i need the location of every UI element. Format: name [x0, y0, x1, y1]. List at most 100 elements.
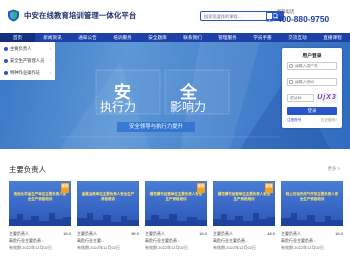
banner-subtitle-left: 执行力 [100, 100, 137, 114]
bullet-icon [4, 47, 8, 51]
course-industry: 高危行业主要负责... [9, 238, 45, 243]
side-menu-label: 特种作业操作证 [10, 70, 41, 75]
nav-item-news[interactable]: 新闻资讯 [35, 33, 70, 42]
banner-subtitle-right: 影响力 [170, 100, 207, 114]
course-image-title: 烟花爆竹经营单位主要负责人安全生产资格培训 [217, 192, 271, 201]
course-row-b: 高危行业主要负责... [281, 238, 343, 244]
nav-item-contact[interactable]: 联系我们 [175, 33, 210, 42]
course-row-a: 主要负责人 96.0 [77, 231, 139, 237]
nav-item-question-bank[interactable]: 安全题库 [140, 33, 175, 42]
nav-item-handbook[interactable]: 学员手册 [245, 33, 280, 42]
course-card[interactable]: 陆上石油天然气开采主要负责人安全生产资格培训 主要负责人 16.0 高危行业主要负… [281, 181, 343, 263]
side-menu-item-safety-manager[interactable]: 安全生产管理人员 › [4, 56, 54, 66]
course-card-list: 危险化学品生产单位主要负责人安全生产资格培训 初训 主要负责人 16.0 高危行业… [9, 181, 343, 263]
side-menu-label: 安全生产管理人员 [10, 58, 45, 63]
course-card[interactable]: 金属冶炼单位主要负责人安全生产资格培训 主要负责人 96.0 高危行业主要... … [77, 181, 139, 263]
nav-item-management[interactable]: 管理服务 [210, 33, 245, 42]
building-graphic [145, 214, 207, 226]
course-validity: 有效期:2022年12月02日 [281, 245, 324, 250]
hotline-number: 400-880-9750 [277, 14, 330, 24]
chevron-right-icon: › [49, 46, 51, 51]
course-row-b: 高危行业主要负责... [213, 238, 275, 244]
course-row-b: 高危行业主要... [77, 238, 139, 244]
nav-item-interaction[interactable]: 交流互动 [280, 33, 315, 42]
course-row-a: 主要负责人 16.0 [145, 231, 207, 237]
course-card[interactable]: 烟花爆竹经营单位主要负责人安全生产资格培训 初训 主要负责人 16.0 高危行业主… [145, 181, 207, 263]
login-panel: 用户登录 UjX3 登录 注册账号 忘记密码? [282, 48, 342, 128]
course-hours: 16.0 [335, 231, 343, 236]
course-category: 主要负责人 [281, 231, 301, 236]
nav-item-home[interactable]: 首页 [0, 33, 35, 42]
course-card[interactable]: 烟花爆竹经营单位主要负责人安全生产资格培训 初训 主要负责人 48.0 高危行业主… [213, 181, 275, 263]
course-industry: 高危行业主要负责... [145, 238, 181, 243]
building-graphic [9, 213, 71, 226]
main-nav: 首页 新闻资讯 通知公告 培训服务 安全题库 联系我们 管理服务 学员手册 交流… [0, 33, 350, 42]
password-field[interactable] [287, 78, 337, 86]
captcha-field[interactable] [287, 94, 314, 102]
course-row-a: 主要负责人 16.0 [9, 231, 71, 237]
login-title: 用户登录 [302, 54, 322, 59]
course-industry: 高危行业主要负责... [281, 238, 317, 243]
building-graphic [281, 213, 343, 226]
course-row-a: 主要负责人 16.0 [281, 231, 343, 237]
bullet-icon [4, 71, 8, 75]
course-category: 主要负责人 [77, 231, 97, 236]
nav-item-notices[interactable]: 通知公告 [70, 33, 105, 42]
course-image-title: 烟花爆竹经营单位主要负责人安全生产资格培训 [149, 192, 203, 201]
course-hours: 48.0 [267, 231, 275, 236]
course-hours: 96.0 [131, 231, 139, 236]
user-icon [289, 64, 293, 68]
chevron-right-icon: › [49, 70, 51, 75]
course-tag: 初训 [61, 183, 69, 193]
site-header: 中安在线教育培训管理一体化平台 客服电话 400-880-9750 [0, 0, 350, 33]
search-input[interactable] [204, 13, 266, 20]
course-row-b: 高危行业主要负责... [9, 238, 71, 244]
course-industry: 高危行业主要负责... [213, 238, 249, 243]
course-validity: 有效期:2022年12月02日 [145, 245, 188, 250]
course-category: 主要负责人 [145, 231, 165, 236]
course-row-a: 主要负责人 48.0 [213, 231, 275, 237]
course-thumbnail[interactable]: 烟花爆竹经营单位主要负责人安全生产资格培训 初训 [145, 181, 207, 226]
course-thumbnail[interactable]: 危险化学品生产单位主要负责人安全生产资格培训 初训 [9, 181, 71, 226]
forgot-password-link[interactable]: 忘记密码? [321, 118, 337, 123]
course-thumbnail[interactable]: 陆上石油天然气开采主要负责人安全生产资格培训 [281, 181, 343, 226]
nav-item-live[interactable]: 直播课程 [315, 33, 350, 42]
course-validity: 有效期:2022年12月02日 [213, 245, 256, 250]
course-tag: 初训 [265, 183, 273, 193]
course-hours: 16.0 [199, 231, 207, 236]
course-tag: 初训 [197, 183, 205, 193]
lock-icon [289, 80, 293, 84]
nav-item-training[interactable]: 培训服务 [105, 33, 140, 42]
course-category: 主要负责人 [9, 231, 29, 236]
shield-logo-icon[interactable] [7, 9, 20, 22]
course-row-b: 高危行业主要负责... [145, 238, 207, 244]
section-title: 主要负责人 [9, 165, 46, 174]
site-title[interactable]: 中安在线教育培训管理一体化平台 [24, 10, 136, 21]
register-link[interactable]: 注册账号 [287, 118, 301, 123]
side-menu-item-principal[interactable]: 主要负责人 › [4, 44, 54, 54]
category-side-menu: 主要负责人 › 安全生产管理人员 › 特种作业操作证 › [0, 42, 55, 80]
bullet-icon [4, 59, 8, 63]
building-graphic [213, 213, 275, 226]
banner-slogan: 安全领导与执行力提升 [117, 122, 195, 132]
course-industry: 高危行业主要... [77, 238, 105, 243]
course-image-title: 危险化学品生产单位主要负责人安全生产资格培训 [13, 192, 67, 201]
course-card[interactable]: 危险化学品生产单位主要负责人安全生产资格培训 初训 主要负责人 16.0 高危行业… [9, 181, 71, 263]
username-field[interactable] [287, 62, 337, 70]
course-thumbnail[interactable]: 金属冶炼单位主要负责人安全生产资格培训 [77, 181, 139, 226]
login-button[interactable]: 登录 [287, 107, 337, 115]
course-validity: 有效期:2022年12月02日 [9, 245, 52, 250]
course-hours: 16.0 [63, 231, 71, 236]
course-image-title: 金属冶炼单位主要负责人安全生产资格培训 [81, 192, 135, 201]
course-validity: 有效期:2022年12月02日 [77, 245, 120, 250]
course-image-title: 陆上石油天然气开采主要负责人安全生产资格培训 [285, 192, 339, 201]
more-link[interactable]: 更多 > [328, 166, 340, 172]
phone-icon [266, 11, 273, 22]
building-graphic [77, 213, 139, 226]
side-menu-label: 主要负责人 [10, 46, 32, 51]
course-thumbnail[interactable]: 烟花爆竹经营单位主要负责人安全生产资格培训 初训 [213, 181, 275, 226]
course-category: 主要负责人 [213, 231, 233, 236]
side-menu-item-special-operations[interactable]: 特种作业操作证 › [4, 68, 54, 78]
captcha-image[interactable]: UjX3 [316, 93, 338, 103]
chevron-right-icon: › [49, 58, 51, 63]
